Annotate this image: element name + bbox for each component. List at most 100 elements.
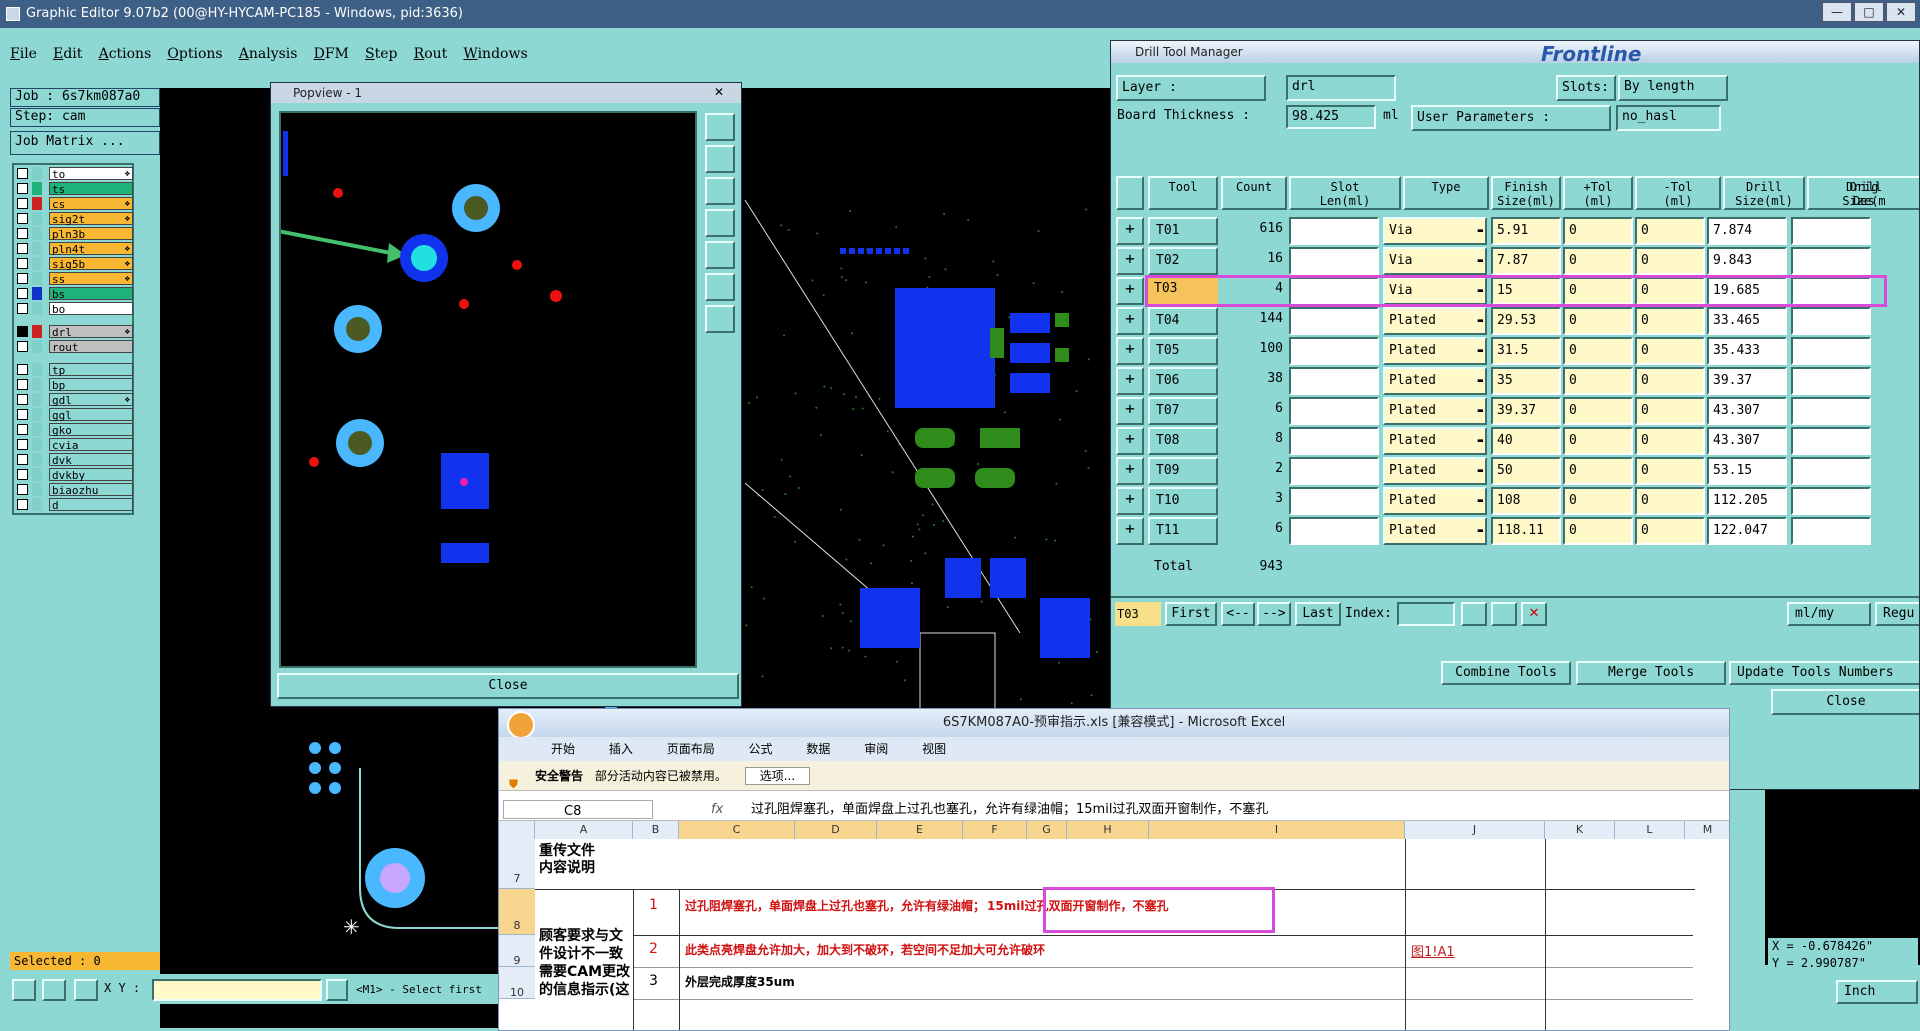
- finish-size-field[interactable]: 5.91: [1491, 217, 1561, 245]
- units-inch-dropdown[interactable]: Inch: [1836, 980, 1918, 1004]
- slot-length-field[interactable]: [1289, 337, 1379, 365]
- drill-size-field[interactable]: 9.843: [1707, 247, 1787, 275]
- layer-name[interactable]: bp: [49, 378, 133, 392]
- row-header[interactable]: 10: [499, 967, 535, 999]
- layer-name[interactable]: rout: [49, 340, 133, 354]
- layer-color-swatch[interactable]: [32, 257, 42, 270]
- minus-tol-field[interactable]: 0: [1635, 367, 1705, 395]
- menu-file[interactable]: File: [10, 46, 37, 62]
- menu-options[interactable]: Options: [167, 46, 222, 62]
- type-dropdown[interactable]: Plated ▬: [1383, 487, 1487, 515]
- drill-des-field[interactable]: [1791, 277, 1871, 305]
- layer-checkbox[interactable]: [17, 499, 28, 510]
- column-header[interactable]: J: [1405, 821, 1545, 839]
- popview-close-x[interactable]: ✕: [701, 83, 737, 101]
- item-text[interactable]: 外层完成厚度35um: [685, 973, 797, 990]
- cancel-icon[interactable]: ✕: [1521, 602, 1547, 626]
- home-button[interactable]: [705, 305, 735, 333]
- layer-name[interactable]: ggl: [49, 408, 133, 422]
- finish-size-field[interactable]: 35: [1491, 367, 1561, 395]
- tab-data[interactable]: 数据: [806, 737, 830, 761]
- layer-row[interactable]: ss ❖: [14, 272, 133, 286]
- layer-row[interactable]: sig2t ❖: [14, 212, 133, 226]
- tab-page-layout[interactable]: 页面布局: [667, 737, 715, 761]
- layer-checkbox[interactable]: [17, 484, 28, 495]
- slot-length-field[interactable]: [1289, 517, 1379, 545]
- drill-size-field[interactable]: 53.15: [1707, 457, 1787, 485]
- item-number[interactable]: 2: [649, 941, 669, 957]
- column-header[interactable]: M: [1685, 821, 1729, 839]
- drill-des-field[interactable]: [1791, 397, 1871, 425]
- print-button[interactable]: [705, 145, 735, 173]
- layer-color-swatch[interactable]: [32, 363, 42, 376]
- user-params-field[interactable]: no_hasl: [1616, 105, 1721, 131]
- layer-color-swatch[interactable]: [32, 340, 42, 353]
- security-options-button[interactable]: 选项...: [744, 767, 811, 785]
- plus-tol-field[interactable]: 0: [1563, 487, 1633, 515]
- finish-size-field[interactable]: 7.87: [1491, 247, 1561, 275]
- layer-color-swatch[interactable]: [32, 483, 42, 496]
- name-box[interactable]: C8: [503, 800, 653, 819]
- save-icon[interactable]: [1491, 602, 1517, 626]
- regu-dropdown[interactable]: Regu: [1875, 602, 1919, 626]
- column-header[interactable]: F: [963, 821, 1027, 839]
- plus-tol-field[interactable]: 0: [1563, 337, 1633, 365]
- find-icon[interactable]: [1461, 602, 1487, 626]
- fx-icon[interactable]: fx: [711, 799, 723, 821]
- finish-size-field[interactable]: 50: [1491, 457, 1561, 485]
- menu-edit[interactable]: Edit: [53, 46, 82, 62]
- plus-tol-field[interactable]: 0: [1563, 517, 1633, 545]
- select-all-corner[interactable]: [499, 821, 535, 839]
- minus-tol-field[interactable]: 0: [1635, 337, 1705, 365]
- dtm-close-button[interactable]: Close: [1771, 689, 1919, 715]
- layer-checkbox[interactable]: [17, 198, 28, 209]
- plus-tol-field[interactable]: 0: [1563, 247, 1633, 275]
- layer-checkbox[interactable]: [17, 326, 28, 337]
- layer-name[interactable]: pln4t ❖: [49, 242, 133, 256]
- finish-size-field[interactable]: 118.11: [1491, 517, 1561, 545]
- pan-button[interactable]: [705, 273, 735, 301]
- type-dropdown[interactable]: Plated ▬: [1383, 427, 1487, 455]
- layer-checkbox[interactable]: [17, 364, 28, 375]
- layer-row[interactable]: bs: [14, 287, 133, 301]
- layer-field[interactable]: drl: [1286, 75, 1396, 101]
- tool-id[interactable]: T05: [1148, 337, 1218, 365]
- measure-tool-icon[interactable]: [42, 979, 66, 1001]
- zoom-fit-button[interactable]: [705, 113, 735, 141]
- layer-row[interactable]: gdl ❖: [14, 393, 133, 407]
- layer-name[interactable]: dvk: [49, 453, 133, 467]
- drill-size-field[interactable]: 35.433: [1707, 337, 1787, 365]
- first-button[interactable]: First: [1165, 602, 1217, 626]
- layer-row[interactable]: sig5b ❖: [14, 257, 133, 271]
- layer-name[interactable]: drl ❖: [49, 325, 133, 339]
- layer-checkbox[interactable]: [17, 288, 28, 299]
- tool-id[interactable]: T06: [1148, 367, 1218, 395]
- layer-row[interactable]: cs ❖: [14, 197, 133, 211]
- column-header[interactable]: L: [1615, 821, 1685, 839]
- layer-row[interactable]: ts: [14, 182, 133, 196]
- drill-size-field[interactable]: 19.685: [1707, 277, 1787, 305]
- layer-color-swatch[interactable]: [32, 182, 42, 195]
- layer-name[interactable]: bo: [49, 302, 133, 316]
- menu-actions[interactable]: Actions: [99, 46, 152, 62]
- plus-tol-field[interactable]: 0: [1563, 427, 1633, 455]
- layer-name[interactable]: gdl ❖: [49, 393, 133, 407]
- layer-color-swatch[interactable]: [32, 408, 42, 421]
- drill-des-field[interactable]: [1791, 247, 1871, 275]
- menu-windows[interactable]: Windows: [463, 46, 527, 62]
- layer-name[interactable]: ss ❖: [49, 272, 133, 286]
- layer-color-swatch[interactable]: [32, 287, 42, 300]
- slots-dropdown[interactable]: By length: [1618, 75, 1728, 101]
- type-dropdown[interactable]: Plated ▬: [1383, 337, 1487, 365]
- layer-row[interactable]: gko: [14, 423, 133, 437]
- column-header[interactable]: C: [679, 821, 795, 839]
- expand-row-button[interactable]: +: [1116, 397, 1144, 425]
- layer-checkbox[interactable]: [17, 228, 28, 239]
- plus-tol-field[interactable]: 0: [1563, 217, 1633, 245]
- minus-tol-field[interactable]: 0: [1635, 487, 1705, 515]
- expand-row-button[interactable]: +: [1116, 337, 1144, 365]
- layer-row[interactable]: cvia: [14, 438, 133, 452]
- layer-row[interactable]: pln3b: [14, 227, 133, 241]
- type-dropdown[interactable]: Plated ▬: [1383, 367, 1487, 395]
- layer-checkbox[interactable]: [17, 243, 28, 254]
